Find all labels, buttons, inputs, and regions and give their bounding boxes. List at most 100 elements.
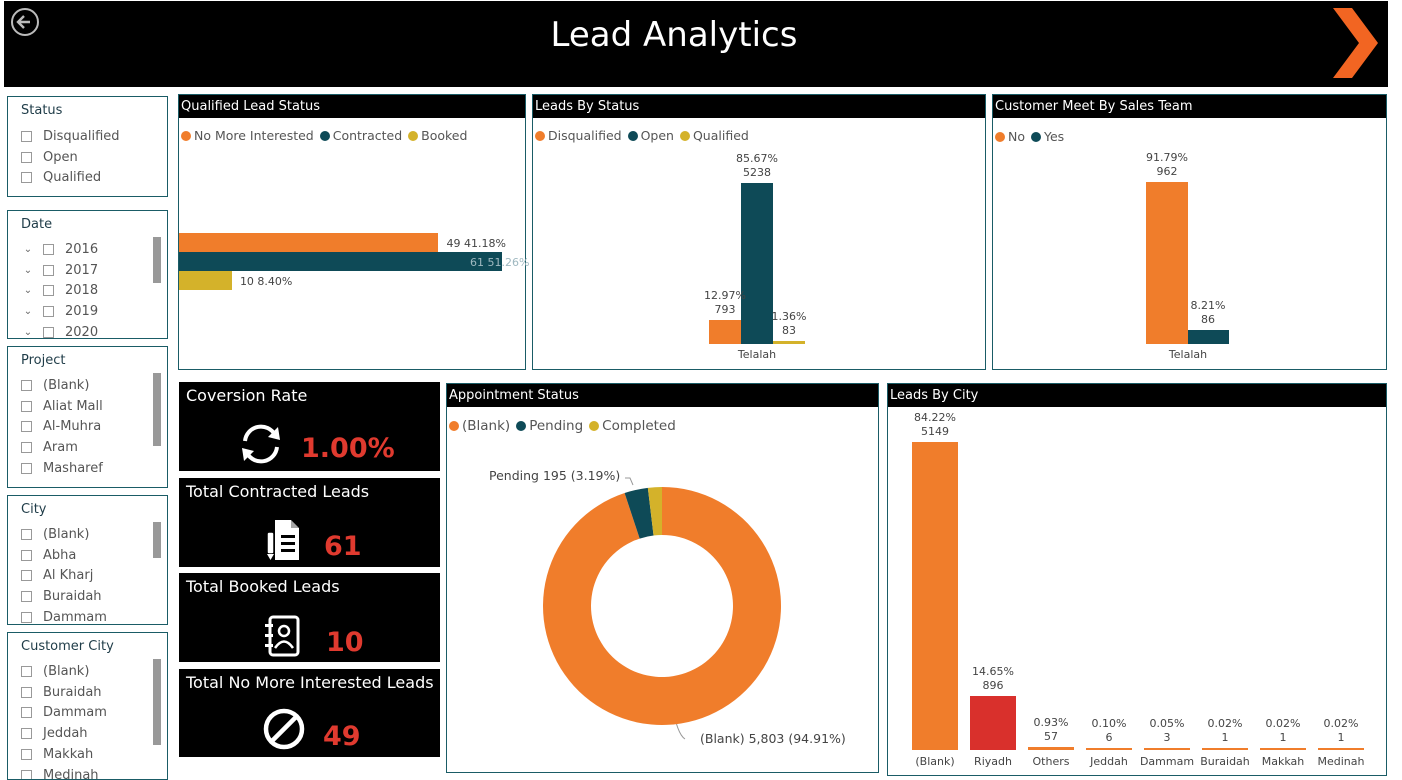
checkbox[interactable] xyxy=(21,707,32,719)
slicer-item[interactable]: Dammam xyxy=(21,607,107,624)
scrollbar[interactable] xyxy=(153,522,161,558)
legend-item[interactable]: Open xyxy=(627,128,674,143)
bar-contracted[interactable] xyxy=(179,252,502,271)
checkbox[interactable] xyxy=(21,130,32,142)
slicer-item[interactable]: ⌄ 2016 xyxy=(21,239,98,260)
header-bar: Lead Analytics xyxy=(4,1,1388,87)
checkbox[interactable] xyxy=(21,400,32,412)
slicer-item-label: Jeddah xyxy=(43,726,88,742)
checkbox[interactable] xyxy=(21,172,32,184)
checkbox[interactable] xyxy=(43,285,54,297)
date-slicer: Date ⌄ 2016 ⌄ 2017 ⌄ 2018 ⌄ 2019 ⌄ 2020 xyxy=(7,210,168,339)
bar-city-7[interactable] xyxy=(1318,748,1364,750)
chevron-down-icon[interactable]: ⌄ xyxy=(21,327,35,338)
bar-booked[interactable] xyxy=(179,271,232,290)
checkbox[interactable] xyxy=(21,612,32,624)
slicer-item[interactable]: Makkah xyxy=(21,744,107,765)
contracted-leads-card: Total Contracted Leads 61 xyxy=(179,478,440,567)
scrollbar[interactable] xyxy=(153,237,161,283)
legend-item[interactable]: No More Interested xyxy=(181,128,314,143)
bar-disqualified[interactable] xyxy=(709,319,741,344)
leads-by-status-panel: Leads By Status Disqualified Open Qualif… xyxy=(532,94,986,370)
slicer-title: Status xyxy=(21,103,63,118)
checkbox[interactable] xyxy=(43,264,54,276)
slicer-item[interactable]: Aliat Mall xyxy=(21,396,103,417)
chevron-down-icon[interactable]: ⌄ xyxy=(21,265,35,276)
legend-item[interactable]: Disqualified xyxy=(535,128,622,143)
checkbox[interactable] xyxy=(21,728,32,740)
slicer-item[interactable]: ⌄ 2019 xyxy=(21,301,98,322)
data-label: 10 8.40% xyxy=(239,275,293,288)
slicer-item[interactable]: ⌄ 2017 xyxy=(21,260,98,281)
chevron-down-icon[interactable]: ⌄ xyxy=(21,306,35,317)
checkbox[interactable] xyxy=(21,151,32,163)
chart-legend: No More Interested Contracted Booked xyxy=(181,128,473,143)
slicer-item[interactable]: (Blank) xyxy=(21,524,107,545)
status-slicer: Status Disqualified Open Qualified xyxy=(7,96,168,197)
checkbox[interactable] xyxy=(21,379,32,391)
scrollbar[interactable] xyxy=(153,659,161,745)
bar-city-0[interactable] xyxy=(912,442,958,750)
bar-open[interactable] xyxy=(741,183,773,344)
bar-city-5[interactable] xyxy=(1202,748,1248,750)
back-arrow-icon[interactable] xyxy=(10,7,40,37)
chevron-down-icon[interactable]: ⌄ xyxy=(21,244,35,255)
slicer-item-label: 2020 xyxy=(65,325,99,339)
bar-yes[interactable] xyxy=(1188,329,1229,344)
checkbox[interactable] xyxy=(21,749,32,761)
slicer-item[interactable]: (Blank) xyxy=(21,661,107,682)
slicer-item[interactable]: Buraidah xyxy=(21,586,107,607)
bar-city-2[interactable] xyxy=(1028,746,1074,750)
checkbox[interactable] xyxy=(21,442,32,454)
checkbox[interactable] xyxy=(21,570,32,582)
slicer-item[interactable]: ⌄ 2018 xyxy=(21,281,98,302)
slicer-item-label: Dammam xyxy=(43,705,107,721)
legend-item[interactable]: Contracted xyxy=(319,128,402,143)
bar-city-4[interactable] xyxy=(1144,748,1190,750)
bar-city-3[interactable] xyxy=(1086,748,1132,750)
checkbox[interactable] xyxy=(43,243,54,255)
checkbox[interactable] xyxy=(21,591,32,603)
chevron-right-icon[interactable] xyxy=(1330,7,1380,79)
checkbox[interactable] xyxy=(43,327,54,338)
bar-no-more-interested[interactable] xyxy=(179,233,439,252)
slicer-item[interactable]: Disqualified xyxy=(21,126,120,147)
data-label: 0.05% 3 xyxy=(1149,717,1185,744)
slicer-item[interactable]: Aram xyxy=(21,437,103,458)
x-axis-label: Dammam xyxy=(1139,755,1195,768)
checkbox[interactable] xyxy=(21,463,32,475)
legend-item[interactable]: Yes xyxy=(1031,129,1064,144)
slicer-title: Project xyxy=(21,353,66,368)
checkbox[interactable] xyxy=(21,528,32,540)
checkbox[interactable] xyxy=(21,549,32,561)
checkbox[interactable] xyxy=(21,686,32,698)
slicer-item-label: Medinah xyxy=(43,767,99,780)
data-label: 91.79% 962 xyxy=(1146,151,1188,178)
checkbox[interactable] xyxy=(21,421,32,433)
slicer-item[interactable]: Al Kharj xyxy=(21,566,107,587)
checkbox[interactable] xyxy=(43,306,54,318)
checkbox[interactable] xyxy=(21,769,32,779)
chevron-down-icon[interactable]: ⌄ xyxy=(21,285,35,296)
bar-qualified[interactable] xyxy=(773,341,805,344)
slicer-item[interactable]: ⌄ 2020 xyxy=(21,322,99,339)
bar-no[interactable] xyxy=(1146,182,1188,344)
slicer-item[interactable]: (Blank) xyxy=(21,375,103,396)
slicer-item[interactable]: Al-Muhra xyxy=(21,417,103,438)
slicer-item[interactable]: Dammam xyxy=(21,703,107,724)
bar-city-6[interactable] xyxy=(1260,748,1306,750)
checkbox[interactable] xyxy=(21,665,32,677)
slicer-item[interactable]: Jeddah xyxy=(21,723,107,744)
slicer-item[interactable]: Medinah xyxy=(21,765,107,780)
slicer-item[interactable]: Qualified xyxy=(21,168,120,189)
slicer-item[interactable]: Buraidah xyxy=(21,682,107,703)
slicer-item[interactable]: Open xyxy=(21,147,120,168)
bar-city-1[interactable] xyxy=(970,696,1016,750)
slicer-item[interactable]: Abha xyxy=(21,545,107,566)
legend-item[interactable]: No xyxy=(995,129,1025,144)
scrollbar[interactable] xyxy=(153,373,161,446)
panel-title: Leads By Status xyxy=(533,95,985,118)
legend-item[interactable]: Booked xyxy=(408,128,467,143)
slicer-item[interactable]: Masharef xyxy=(21,458,103,479)
legend-item[interactable]: Qualified xyxy=(679,128,749,143)
